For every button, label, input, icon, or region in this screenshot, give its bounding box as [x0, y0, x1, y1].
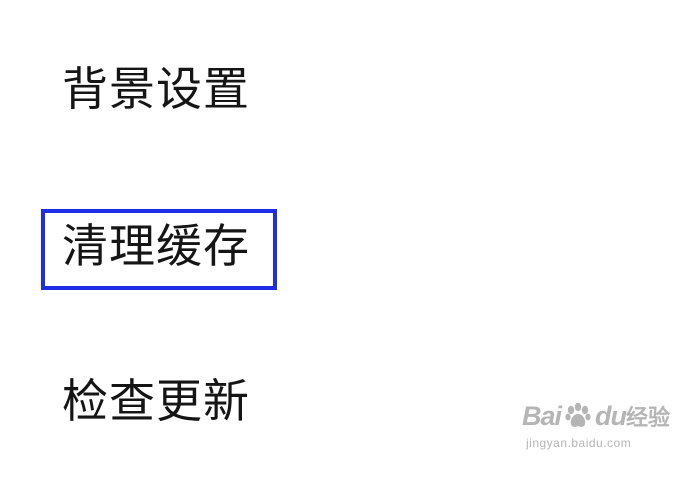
- paw-icon: [565, 402, 591, 427]
- menu-item-clear-cache[interactable]: 清理缓存: [62, 223, 250, 269]
- watermark-product: 经验: [626, 406, 671, 431]
- menu-item-background-settings[interactable]: 背景设置: [62, 66, 250, 112]
- baidu-jingyan-watermark: Bai du 经验 jingyan.baidu.com: [522, 400, 672, 472]
- watermark-brand-prefix: Bai: [522, 400, 562, 431]
- watermark-brand-suffix: du: [595, 400, 627, 431]
- watermark-url: jingyan.baidu.com: [526, 436, 632, 450]
- menu-item-check-update[interactable]: 检查更新: [62, 378, 250, 424]
